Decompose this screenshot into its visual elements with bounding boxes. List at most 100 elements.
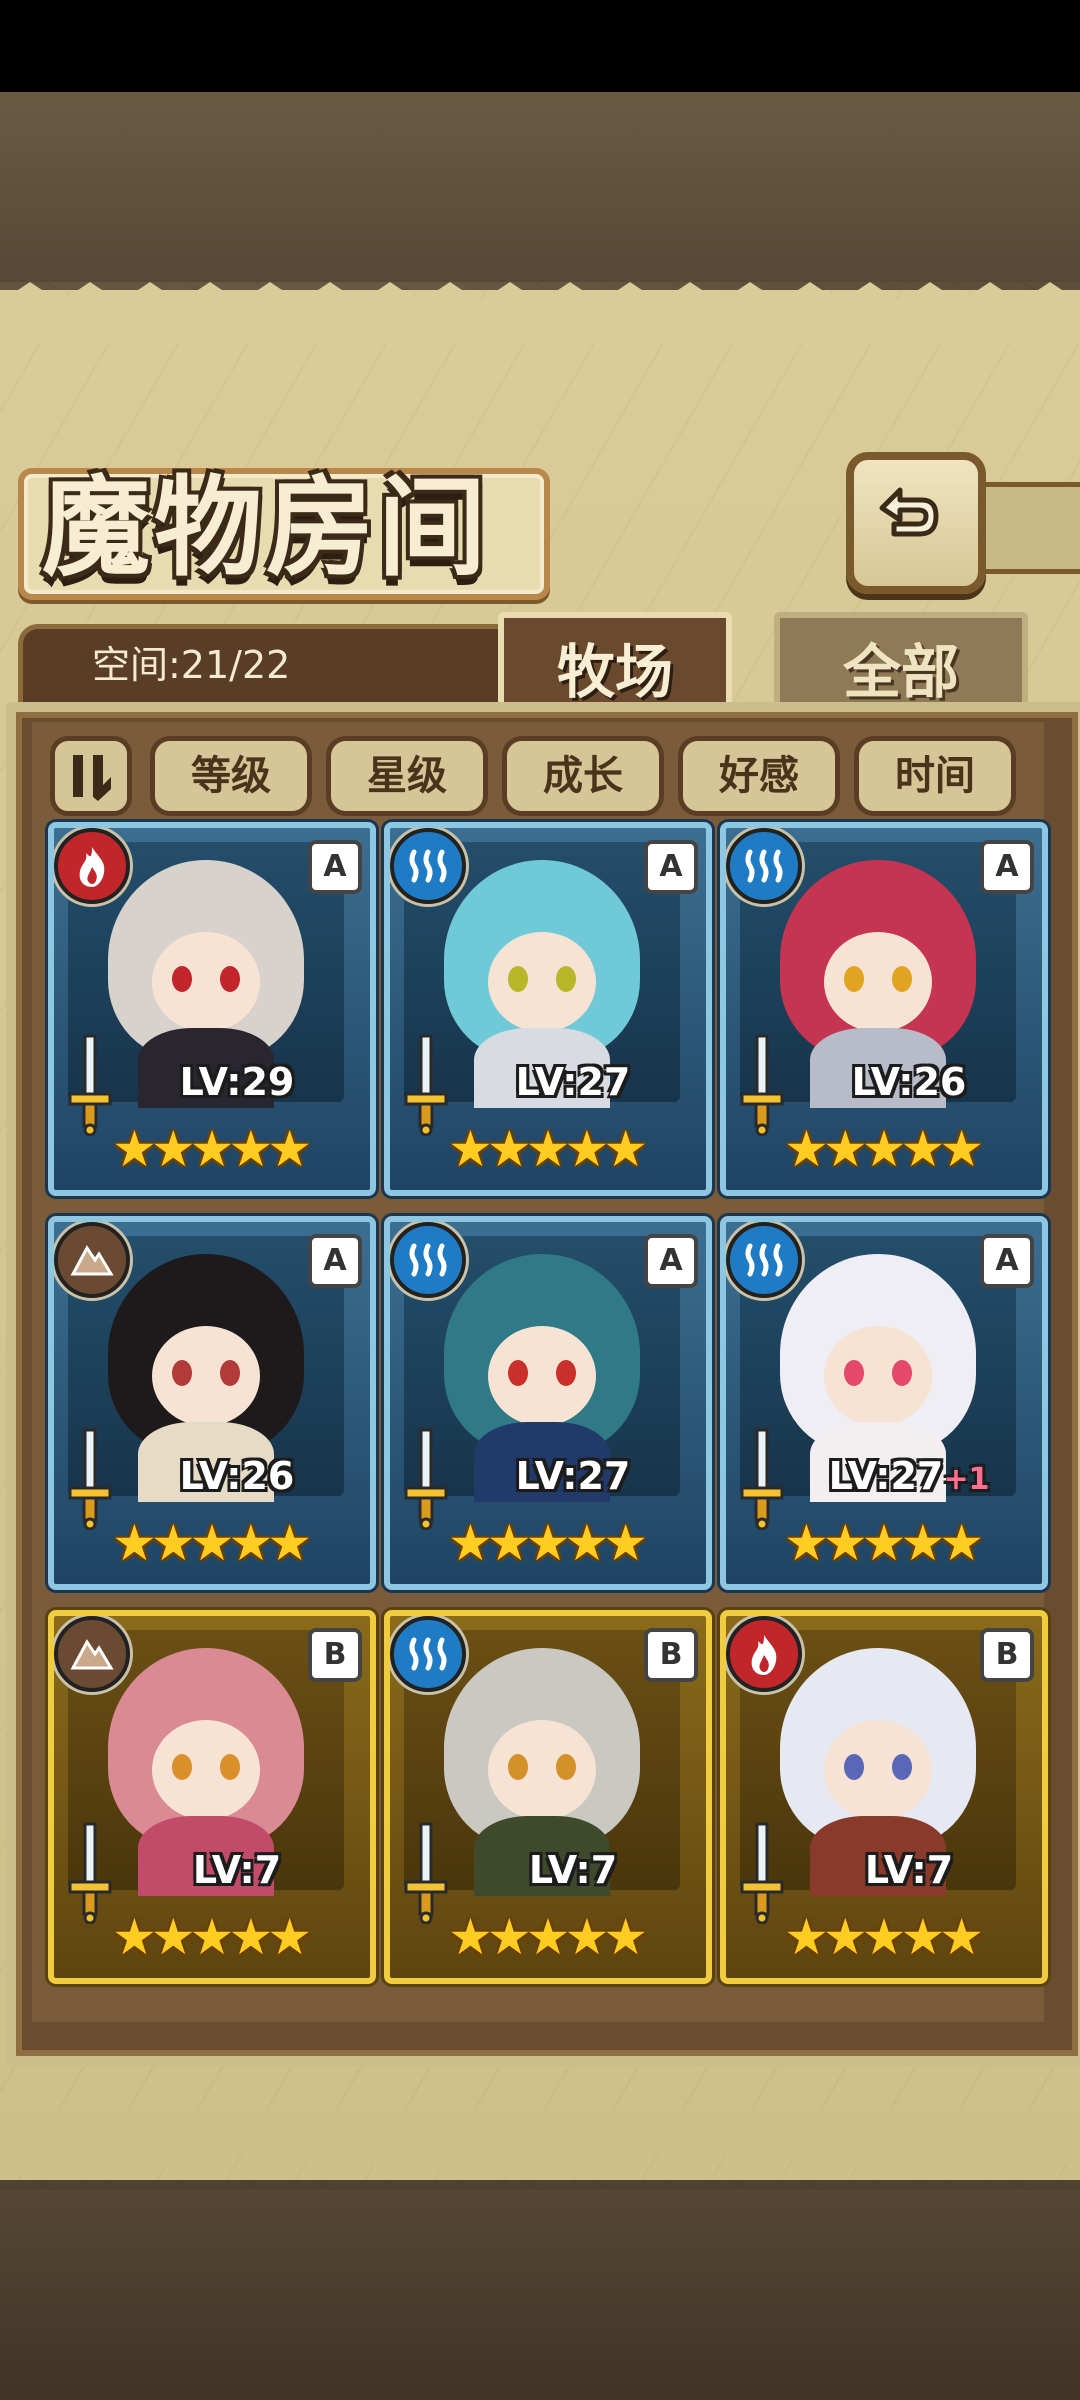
monster-card[interactable]: B LV:7 ★★★★★ <box>720 1610 1048 1984</box>
sword-icon <box>740 1034 784 1136</box>
star-rating: ★★★★★ <box>112 1120 312 1178</box>
portrait-face <box>152 1720 260 1820</box>
mountain-icon <box>54 1222 130 1298</box>
level-bonus: +1 <box>943 1462 990 1497</box>
level-value: LV:7 <box>192 1848 282 1892</box>
portrait-eye <box>892 1360 912 1386</box>
monster-level: LV:27+1 <box>796 1454 1022 1498</box>
monster-card[interactable]: A LV:29 ★★★★★ <box>48 822 376 1196</box>
portrait-eye <box>172 1360 192 1386</box>
page-title: 魔物房间 <box>42 465 491 591</box>
portrait-eye <box>844 1754 864 1780</box>
level-value: LV:7 <box>528 1848 618 1892</box>
portrait-eye <box>892 1754 912 1780</box>
portrait-eye <box>220 1754 240 1780</box>
star-rating: ★★★★★ <box>784 1120 984 1178</box>
sword-icon <box>68 1822 112 1924</box>
star-rating: ★★★★★ <box>784 1514 984 1572</box>
sort-star-button[interactable]: 星级 <box>326 736 488 816</box>
sort-bar: 等级 星级 成长 好感 时间 <box>46 732 1046 816</box>
star-rating: ★★★★★ <box>784 1908 984 1966</box>
monster-card[interactable]: A LV:26 ★★★★★ <box>48 1216 376 1590</box>
portrait-face <box>488 1326 596 1426</box>
portrait-eye <box>844 1360 864 1386</box>
portrait-eye <box>172 966 192 992</box>
rank-badge: A <box>980 840 1034 894</box>
status-bar <box>0 0 1080 92</box>
zigzag-bottom-edge <box>0 2110 1080 2180</box>
star-rating: ★★★★★ <box>448 1908 648 1966</box>
rank-badge: B <box>980 1628 1034 1682</box>
monster-card[interactable]: B LV:7 ★★★★★ <box>384 1610 712 1984</box>
portrait-eye <box>172 1754 192 1780</box>
monster-level: LV:29 <box>124 1060 350 1104</box>
portrait-eye <box>892 966 912 992</box>
sword-icon <box>404 1034 448 1136</box>
rank-badge: B <box>308 1628 362 1682</box>
monster-card[interactable]: A LV:27 ★★★★★ <box>384 1216 712 1590</box>
portrait-eye <box>508 1754 528 1780</box>
portrait-eye <box>220 1360 240 1386</box>
star-rating: ★★★★★ <box>448 1120 648 1178</box>
monster-card[interactable]: A LV:27+1 ★★★★★ <box>720 1216 1048 1590</box>
monster-card[interactable]: A LV:27 ★★★★★ <box>384 822 712 1196</box>
flame-icon <box>54 828 130 904</box>
sword-icon <box>740 1428 784 1530</box>
water-waves-icon <box>726 828 802 904</box>
top-map-band <box>0 92 1080 282</box>
bottom-map-band <box>0 2190 1080 2400</box>
portrait-eye <box>508 966 528 992</box>
portrait-face <box>488 1720 596 1820</box>
star-rating: ★★★★★ <box>112 1908 312 1966</box>
tab-pasture-label: 牧场 <box>556 638 673 706</box>
star-rating: ★★★★★ <box>448 1514 648 1572</box>
level-value: LV:29 <box>179 1060 295 1104</box>
rank-badge: A <box>308 840 362 894</box>
sort-time-button[interactable]: 时间 <box>854 736 1016 816</box>
monster-level: LV:7 <box>124 1848 350 1892</box>
level-value: LV:26 <box>179 1454 295 1498</box>
back-button[interactable] <box>846 452 986 594</box>
monster-level: LV:26 <box>124 1454 350 1498</box>
monster-level: LV:27 <box>460 1454 686 1498</box>
portrait-eye <box>556 1754 576 1780</box>
portrait-face <box>152 1326 260 1426</box>
water-waves-icon <box>390 828 466 904</box>
sort-level-button[interactable]: 等级 <box>150 736 312 816</box>
mountain-icon <box>54 1616 130 1692</box>
sort-growth-button[interactable]: 成长 <box>502 736 664 816</box>
water-waves-icon <box>390 1616 466 1692</box>
monster-card[interactable]: A LV:26 ★★★★★ <box>720 822 1048 1196</box>
monster-level: LV:27 <box>460 1060 686 1104</box>
monster-card[interactable]: B LV:7 ★★★★★ <box>48 1610 376 1984</box>
sword-icon <box>68 1428 112 1530</box>
sort-order-toggle[interactable] <box>50 736 132 816</box>
monster-level: LV:26 <box>796 1060 1022 1104</box>
portrait-eye <box>844 966 864 992</box>
tab-all-label: 全部 <box>842 638 959 706</box>
sword-icon <box>404 1822 448 1924</box>
portrait-eye <box>556 966 576 992</box>
zigzag-top-edge <box>0 282 1080 342</box>
portrait-face <box>824 1720 932 1820</box>
rank-badge: A <box>308 1234 362 1288</box>
level-value: LV:27 <box>828 1454 944 1498</box>
rank-badge: B <box>644 1628 698 1682</box>
level-value: LV:26 <box>851 1060 967 1104</box>
portrait-eye <box>508 1360 528 1386</box>
portrait-eye <box>220 966 240 992</box>
rank-badge: A <box>644 840 698 894</box>
rank-badge: A <box>644 1234 698 1288</box>
portrait-face <box>488 932 596 1032</box>
sword-icon <box>68 1034 112 1136</box>
level-value: LV:27 <box>515 1454 631 1498</box>
level-value: LV:7 <box>864 1848 954 1892</box>
sword-icon <box>404 1428 448 1530</box>
portrait-face <box>824 1326 932 1426</box>
capacity-label: 空间:21/22 <box>92 643 291 687</box>
flame-icon <box>726 1616 802 1692</box>
monster-level: LV:7 <box>796 1848 1022 1892</box>
sort-affection-button[interactable]: 好感 <box>678 736 840 816</box>
portrait-face <box>152 932 260 1032</box>
water-waves-icon <box>726 1222 802 1298</box>
